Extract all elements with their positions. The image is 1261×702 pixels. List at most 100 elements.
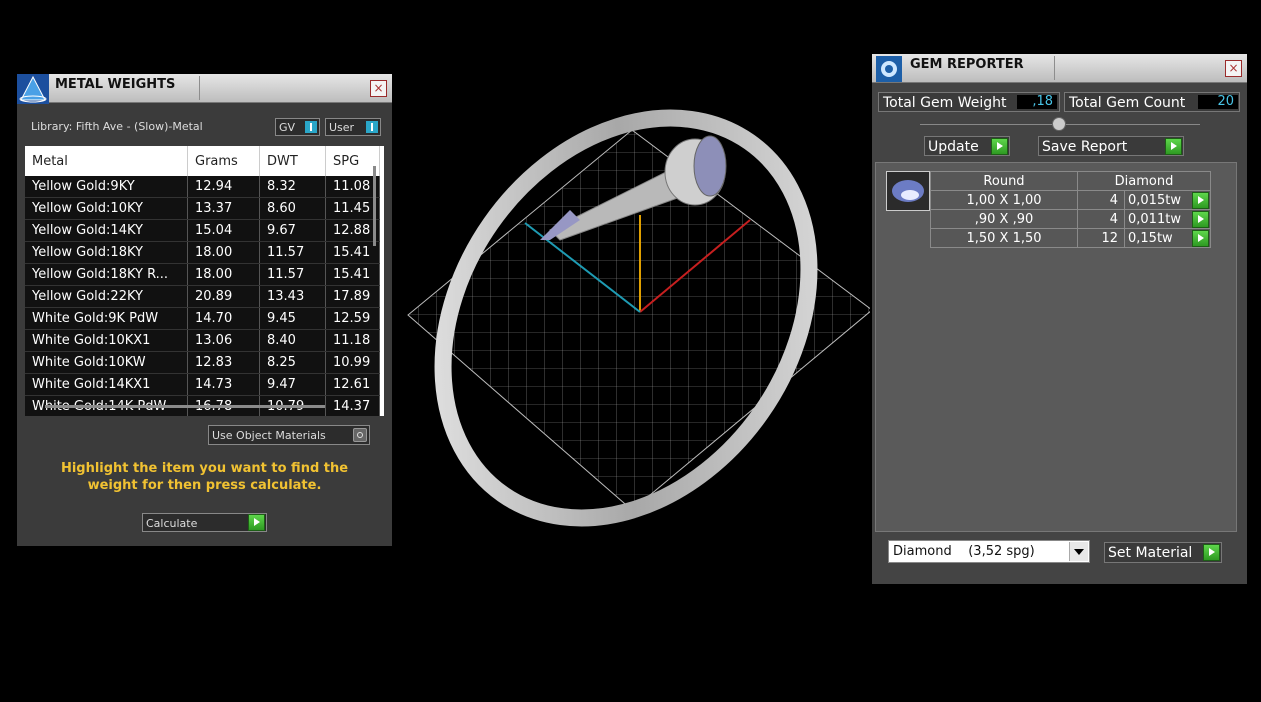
table-cell: Yellow Gold:18KY R...	[25, 263, 188, 286]
toggle-switch-icon	[366, 121, 378, 133]
close-icon[interactable]: ×	[1225, 60, 1242, 77]
set-material-button[interactable]: Set Material	[1104, 542, 1222, 563]
table-row[interactable]: Yellow Gold:18KY R... 18.00 11.57 15.41	[25, 263, 380, 286]
gem-row[interactable]: 1,00 X 1,00 4 0,015tw	[930, 190, 1211, 210]
table-row[interactable]: Yellow Gold:9KY 12.94 8.32 11.08	[25, 176, 380, 198]
material-select-value: Diamond (3,52 spg)	[893, 544, 1035, 559]
chevron-down-icon[interactable]	[1069, 542, 1088, 561]
table-cell: 12.88	[325, 219, 380, 242]
metal-table-container[interactable]: Metal Grams DWT SPG Yellow Gold:9KY 12.94…	[25, 146, 384, 416]
library-label: Library: Fifth Ave - (Slow)-Metal	[31, 120, 203, 133]
table-row[interactable]: White Gold:10KX1 13.06 8.40 11.18	[25, 329, 380, 352]
toggle-switch-icon	[305, 121, 317, 133]
table-row[interactable]: White Gold:14KX1 14.73 9.47 12.61	[25, 373, 380, 396]
gem-row[interactable]: 1,50 X 1,50 12 0,15tw	[930, 228, 1211, 248]
play-arrow-icon[interactable]	[991, 138, 1008, 155]
gem-weight-value: 0,015tw	[1128, 192, 1181, 208]
table-cell: 8.60	[259, 197, 326, 220]
gem-weight-value: 0,15tw	[1128, 230, 1173, 246]
table-cell: 13.06	[187, 329, 260, 352]
table-cell: White Gold:10KX1	[25, 329, 188, 352]
gem-count-cell: 12	[1077, 228, 1125, 248]
play-arrow-icon[interactable]	[1192, 211, 1209, 228]
instruction-text: Highlight the item you want to find the …	[60, 461, 349, 493]
table-row[interactable]: Yellow Gold:10KY 13.37 8.60 11.45	[25, 197, 380, 220]
user-toggle-label: User	[329, 121, 355, 134]
gem-weight-cell: 0,015tw	[1124, 190, 1211, 210]
gv-toggle-label: GV	[279, 121, 296, 134]
play-arrow-icon[interactable]	[1192, 230, 1209, 247]
gem-size-cell: 1,00 X 1,00	[930, 190, 1078, 210]
table-cell: 10.99	[325, 351, 380, 374]
gem-table: Round Diamond 1,00 X 1,00 4 0,015tw ,90 X ,…	[930, 171, 1211, 248]
gem-row[interactable]: ,90 X ,90 4 0,011tw	[930, 209, 1211, 229]
user-toggle[interactable]: User	[325, 118, 381, 136]
gem-reporter-titlebar[interactable]: GEM REPORTER ×	[872, 54, 1247, 83]
table-cell: 12.94	[187, 176, 260, 198]
play-arrow-icon[interactable]	[1165, 138, 1182, 155]
table-cell: 15.04	[187, 219, 260, 242]
horizontal-scrollbar[interactable]	[45, 405, 325, 408]
update-button[interactable]: Update	[924, 136, 1010, 156]
3d-viewport[interactable]	[400, 80, 870, 550]
total-gem-weight-field: Total Gem Weight ,18	[878, 92, 1060, 112]
table-cell: Yellow Gold:18KY	[25, 241, 188, 264]
use-object-materials-label: Use Object Materials	[212, 429, 326, 442]
radio-icon[interactable]	[353, 428, 367, 442]
table-cell: 20.89	[187, 285, 260, 308]
table-cell: 15.41	[325, 241, 380, 264]
table-row[interactable]: Yellow Gold:18KY 18.00 11.57 15.41	[25, 241, 380, 264]
table-cell: Yellow Gold:22KY	[25, 285, 188, 308]
gem-list-area: Round Diamond 1,00 X 1,00 4 0,015tw ,90 X ,…	[875, 162, 1237, 532]
table-row[interactable]: Yellow Gold:14KY 15.04 9.67 12.88	[25, 219, 380, 242]
column-header-dwt[interactable]: DWT	[259, 146, 326, 176]
gem-size-cell: ,90 X ,90	[930, 209, 1078, 229]
play-arrow-icon[interactable]	[1192, 192, 1209, 209]
gv-toggle[interactable]: GV	[275, 118, 320, 136]
table-cell: 18.00	[187, 263, 260, 286]
table-row[interactable]: White Gold:10KW 12.83 8.25 10.99	[25, 351, 380, 374]
material-select[interactable]: Diamond (3,52 spg)	[888, 540, 1090, 563]
slider-knob[interactable]	[1052, 117, 1066, 131]
metal-weights-panel: METAL WEIGHTS × Library: Fifth Ave - (Sl…	[17, 74, 392, 546]
metal-weights-title: METAL WEIGHTS	[55, 77, 176, 92]
metal-table: Metal Grams DWT SPG Yellow Gold:9KY 12.94…	[25, 146, 380, 416]
table-cell: 13.43	[259, 285, 326, 308]
table-cell: 11.08	[325, 176, 380, 198]
table-cell: Yellow Gold:14KY	[25, 219, 188, 242]
use-object-materials-option[interactable]: Use Object Materials	[208, 425, 370, 445]
metal-table-header: Metal Grams DWT SPG	[25, 146, 380, 176]
play-arrow-icon[interactable]	[248, 514, 265, 531]
title-divider	[199, 76, 200, 100]
table-row[interactable]: Yellow Gold:22KY 20.89 13.43 17.89	[25, 285, 380, 308]
title-divider	[1054, 56, 1055, 80]
total-gem-count-field: Total Gem Count 20	[1064, 92, 1240, 112]
gem-weight-value: 0,011tw	[1128, 211, 1181, 227]
column-header-metal[interactable]: Metal	[25, 146, 188, 176]
gem-shape-header: Round	[930, 171, 1078, 191]
vertical-scrollbar[interactable]	[373, 166, 376, 246]
table-cell: 11.57	[259, 263, 326, 286]
column-header-grams[interactable]: Grams	[187, 146, 260, 176]
table-row[interactable]: White Gold:9K PdW 14.70 9.45 12.59	[25, 307, 380, 330]
pyramid-logo-icon	[17, 74, 49, 104]
total-gem-count-value: 20	[1198, 95, 1238, 109]
table-cell: 13.37	[187, 197, 260, 220]
table-cell: 12.83	[187, 351, 260, 374]
gem-weight-cell: 0,15tw	[1124, 228, 1211, 248]
save-report-button[interactable]: Save Report	[1038, 136, 1184, 156]
column-header-spg[interactable]: SPG	[325, 146, 380, 176]
table-cell: 12.59	[325, 307, 380, 330]
table-cell: 9.47	[259, 373, 326, 396]
gem-weight-cell: 0,011tw	[1124, 209, 1211, 229]
table-cell: White Gold:9K PdW	[25, 307, 188, 330]
table-cell: 14.70	[187, 307, 260, 330]
table-cell: 11.45	[325, 197, 380, 220]
metal-weights-titlebar[interactable]: METAL WEIGHTS ×	[17, 74, 392, 104]
round-gem-icon	[886, 171, 930, 211]
calculate-button[interactable]: Calculate	[142, 513, 267, 532]
close-icon[interactable]: ×	[370, 80, 387, 97]
table-cell: Yellow Gold:10KY	[25, 197, 188, 220]
play-arrow-icon[interactable]	[1203, 544, 1220, 561]
table-cell: 8.40	[259, 329, 326, 352]
